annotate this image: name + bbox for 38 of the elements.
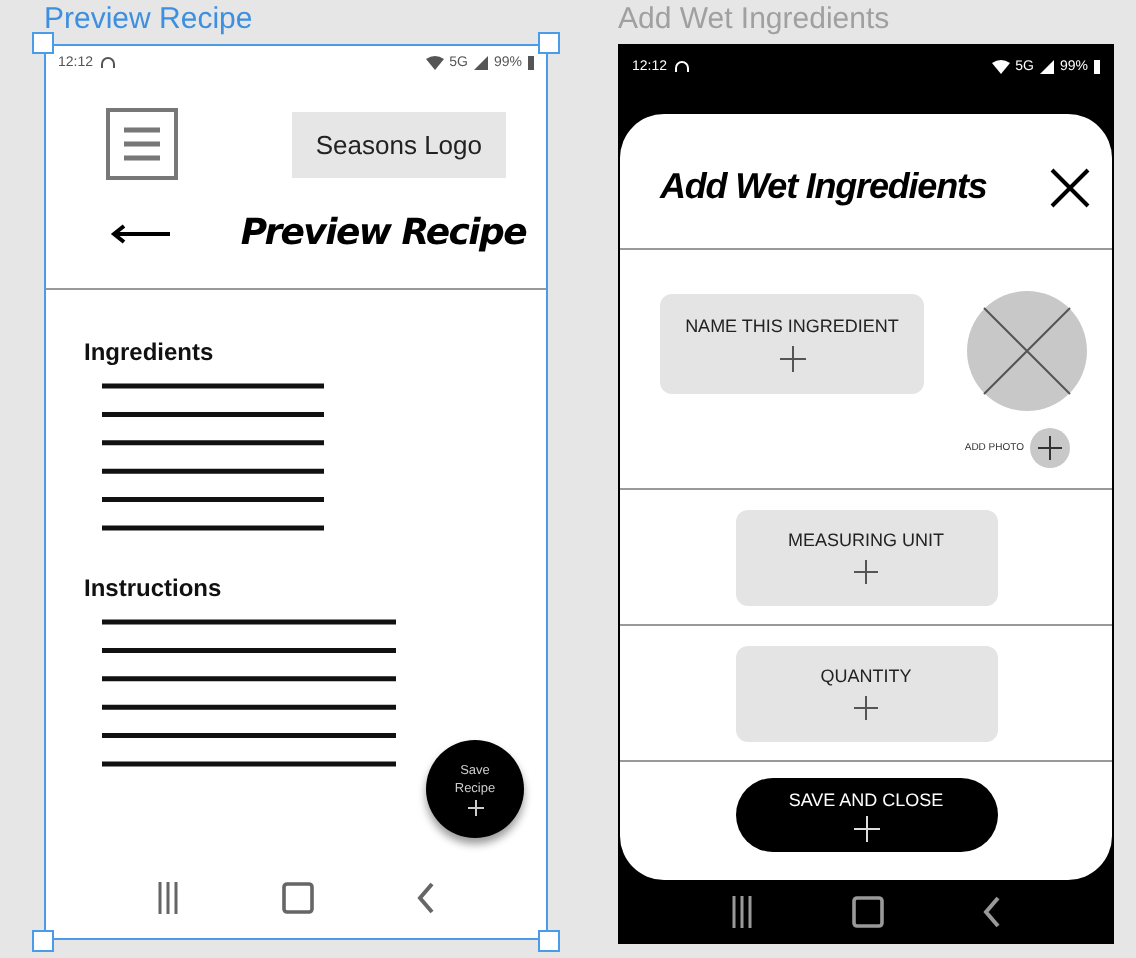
save-and-close-button[interactable]: SAVE AND CLOSE	[735, 778, 997, 852]
close-icon[interactable]	[1050, 167, 1090, 207]
plus-icon	[467, 800, 483, 816]
screen-title: Preview Recipe	[240, 212, 526, 254]
resize-handle[interactable]	[32, 930, 54, 952]
battery-icon	[1094, 59, 1100, 73]
resize-handle[interactable]	[538, 930, 560, 952]
back-icon[interactable]	[415, 882, 436, 914]
plus-icon	[1038, 436, 1062, 460]
image-placeholder-icon	[966, 290, 1088, 412]
plus-icon	[779, 346, 805, 372]
section-heading: Instructions	[84, 574, 224, 602]
plus-icon	[853, 815, 879, 841]
resize-handle[interactable]	[32, 32, 54, 54]
back-icon[interactable]	[982, 895, 1003, 927]
add-photo-button[interactable]	[1030, 428, 1070, 468]
plus-icon	[854, 696, 878, 720]
recent-apps-icon[interactable]	[729, 895, 754, 927]
headphones-icon	[99, 55, 116, 69]
sheet-title: Add Wet Ingredients	[660, 166, 987, 208]
resize-handle[interactable]	[538, 32, 560, 54]
home-icon[interactable]	[281, 882, 314, 914]
ingredient-name-field[interactable]: NAME THIS INGREDIENT	[660, 294, 924, 394]
quantity-field[interactable]: QUANTITY	[735, 645, 997, 741]
wifi-icon	[991, 59, 1010, 73]
signal-icon	[1039, 59, 1054, 73]
battery-icon	[528, 55, 534, 69]
wifi-icon	[425, 55, 444, 69]
back-arrow-icon[interactable]	[110, 223, 170, 243]
plus-icon	[854, 560, 878, 584]
menu-icon[interactable]	[106, 108, 178, 180]
logo-placeholder: Seasons Logo	[291, 111, 506, 177]
measuring-unit-field[interactable]: MEASURING UNIT	[735, 509, 997, 605]
signal-icon	[473, 55, 488, 69]
headphones-icon	[673, 59, 690, 73]
section-heading: Ingredients	[84, 338, 216, 366]
recent-apps-icon[interactable]	[156, 882, 181, 914]
home-icon[interactable]	[851, 895, 884, 927]
